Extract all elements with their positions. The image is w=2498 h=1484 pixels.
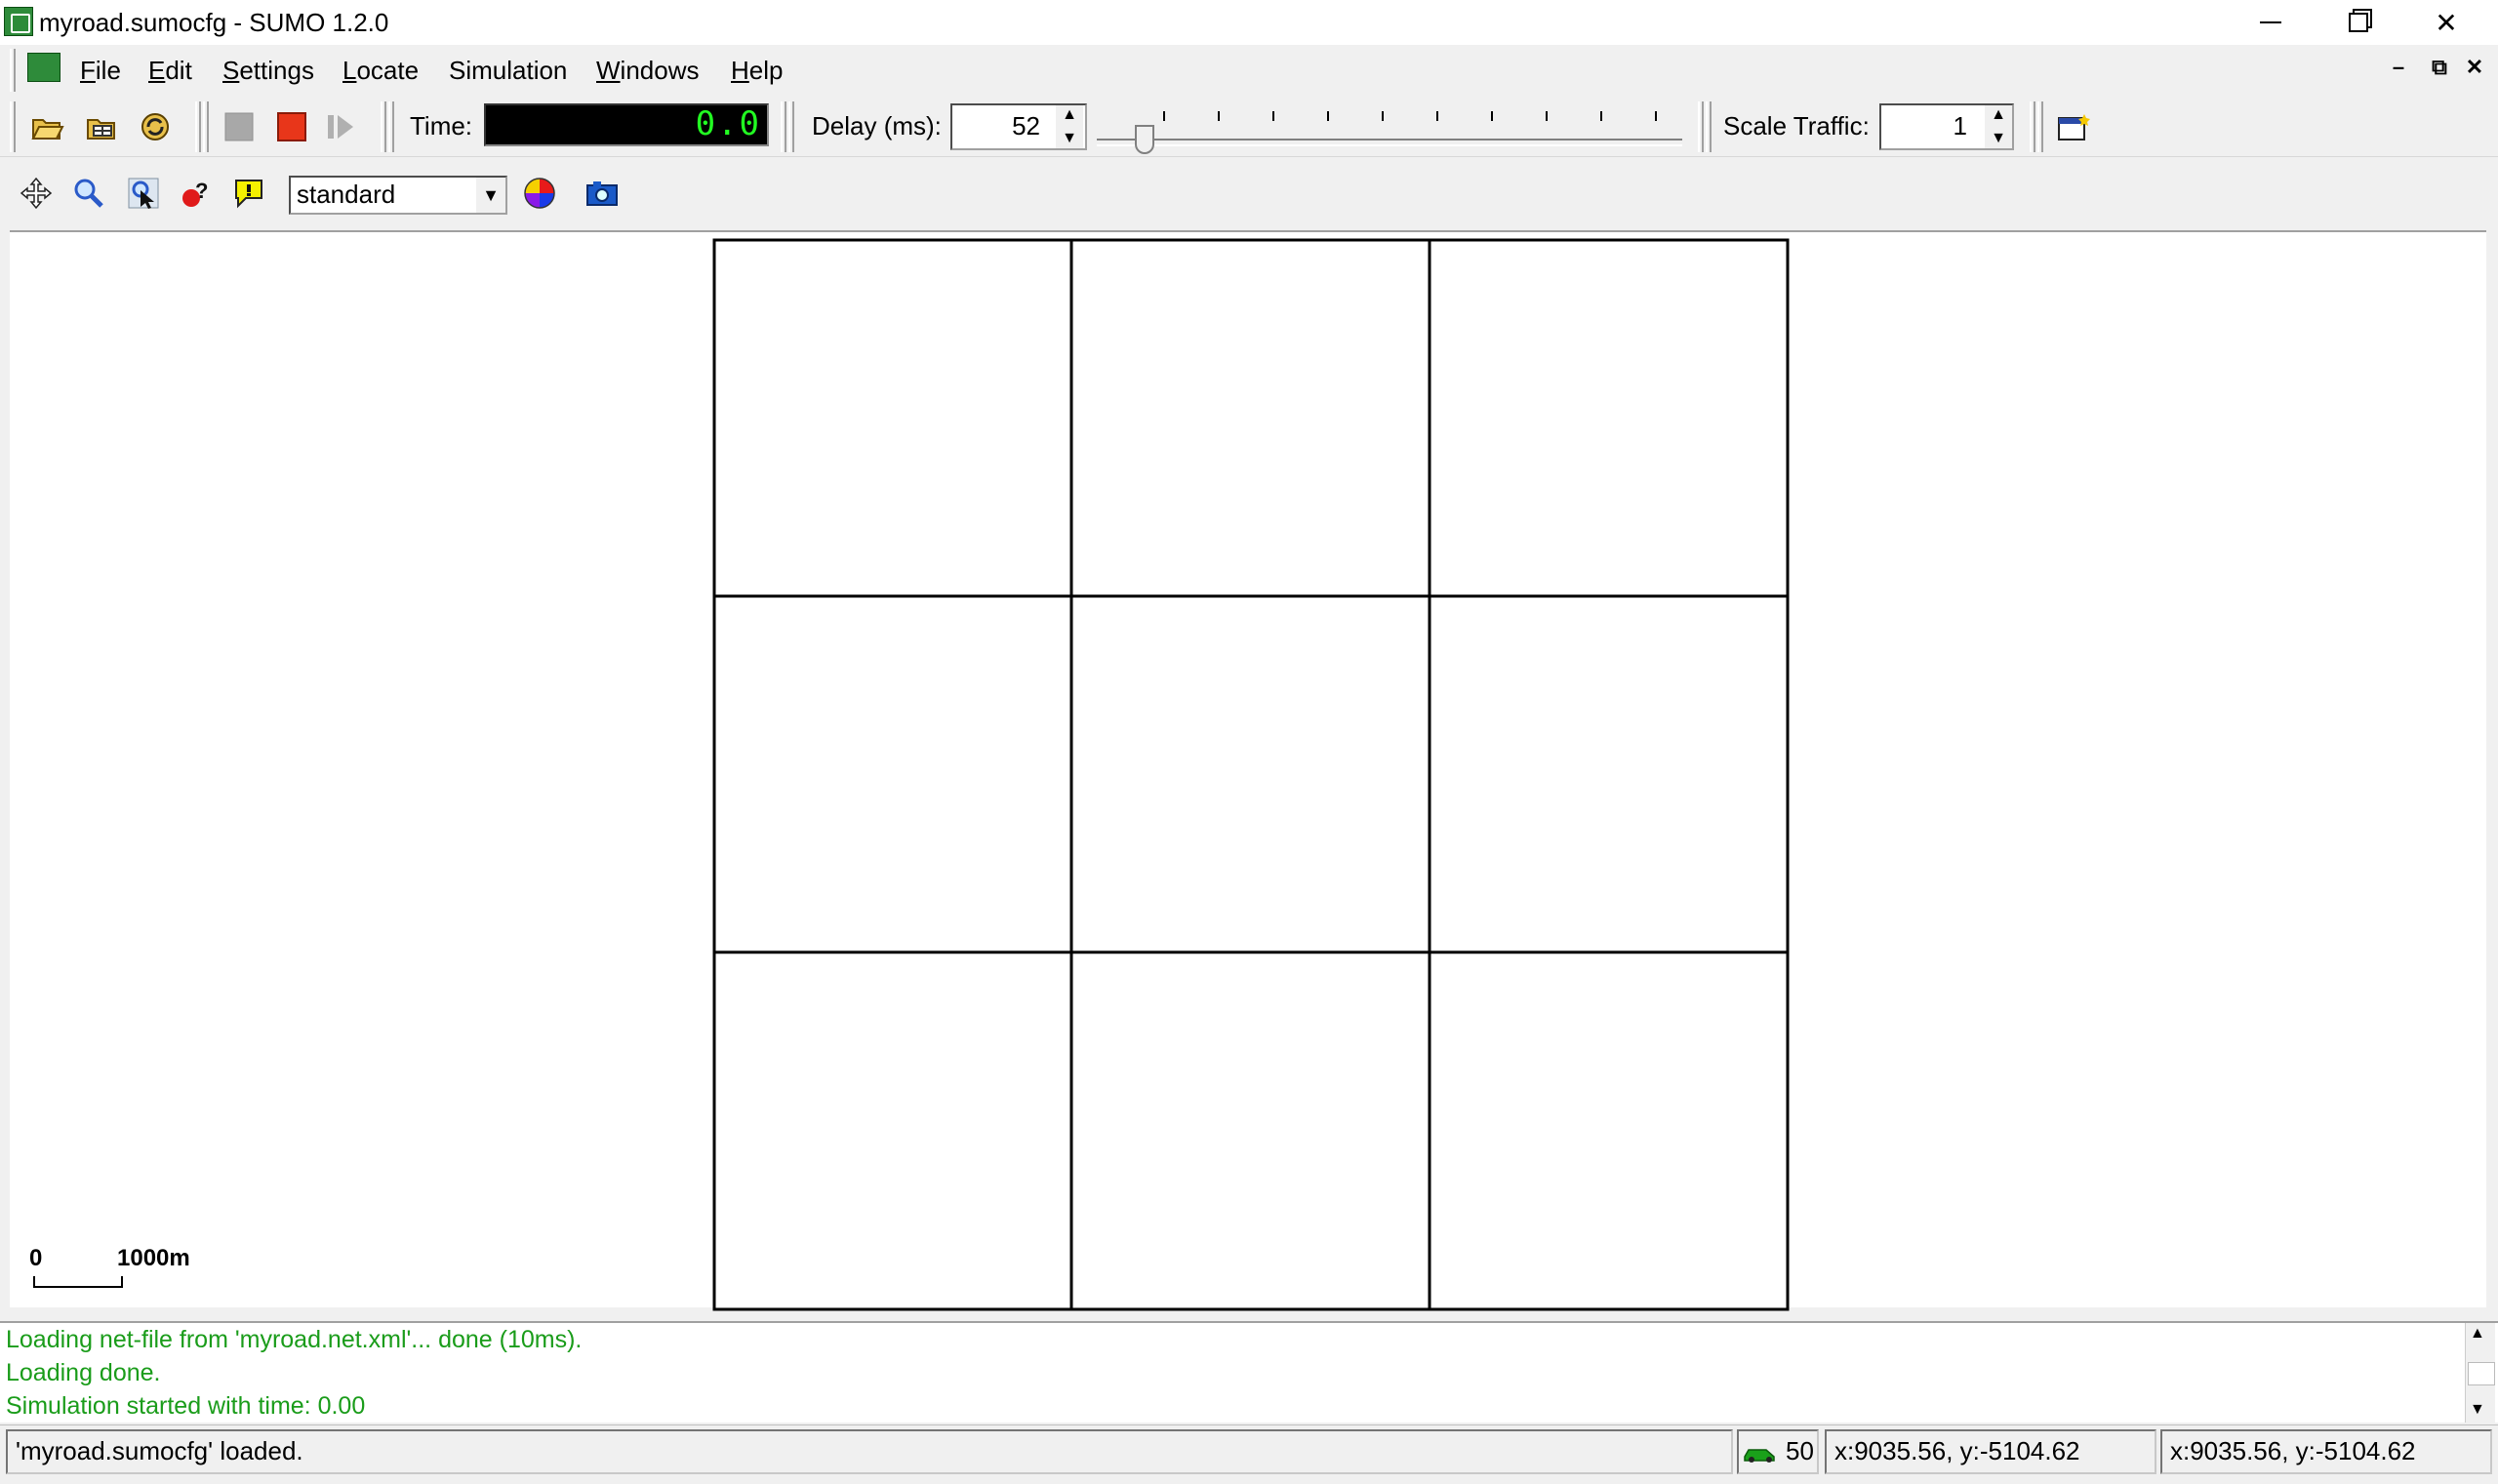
time-label: Time: [410,111,473,140]
delay-label: Delay (ms): [812,111,942,140]
slider-tick [1327,111,1329,121]
toolbar-separator [2030,101,2035,152]
toolbar-separator [1706,101,1712,152]
message-line: Loading done. [6,1359,161,1386]
minimize-button[interactable] [2227,0,2315,45]
vehicle-count-value: 50 [1786,1436,1814,1465]
scale-traffic-spinner[interactable]: ▲ ▼ [1985,105,2012,148]
slider-tick [1272,111,1274,121]
toolbar-separator [381,101,386,152]
slider-tick [1600,111,1602,121]
delay-slider[interactable] [1097,103,1682,154]
message-line: Loading net-file from 'myroad.net.xml'..… [6,1326,583,1353]
status-bar: 'myroad.sumocfg' loaded. 50 x:9035.56, y… [0,1424,2498,1484]
slider-tick [1382,111,1384,121]
car-icon [1744,1449,1775,1463]
scale-end-label: 1000m [117,1245,190,1271]
restore-button[interactable] [2315,0,2402,45]
close-button[interactable] [2402,0,2490,45]
toolbar-grip[interactable] [10,101,16,152]
window-title: myroad.sumocfg - SUMO 1.2.0 [39,8,389,37]
scale-ruler [33,1276,123,1288]
query-icon[interactable]: ? [176,174,217,213]
spin-up-icon[interactable]: ▲ [1991,105,2006,125]
new-view-icon[interactable] [2053,107,2094,146]
menu-locate[interactable]: Locate [342,55,419,86]
slider-thumb[interactable] [1135,125,1155,154]
scroll-thumb[interactable] [2468,1362,2495,1385]
scheme-select[interactable]: standard [289,176,507,215]
stop-icon[interactable] [271,107,312,146]
scale-start-label: 0 [29,1245,43,1271]
network-view[interactable]: 0 1000m [10,230,2486,1311]
toolbar-grip[interactable] [10,49,16,92]
menu-simulation[interactable]: Simulation [449,55,567,86]
svg-text:?: ? [195,179,208,203]
main-toolbar: Time: 0.0 Delay (ms): 52 ▲ ▼ Scale Traff… [0,96,2498,157]
cursor-coordinates: x:9035.56, y:-5104.62 [1825,1429,2156,1474]
message-scrollbar[interactable]: ▲ ▼ [2465,1323,2495,1423]
toolbar-separator [195,101,201,152]
menu-file[interactable]: File [80,55,121,86]
locate-icon[interactable] [123,174,164,213]
scale-traffic-label: Scale Traffic: [1723,111,1870,140]
geo-coordinates: x:9035.56, y:-5104.62 [2160,1429,2492,1474]
open-network-icon[interactable] [82,107,123,146]
slider-tick [1546,111,1548,121]
spin-down-icon[interactable]: ▼ [1991,129,2006,148]
scroll-up-icon[interactable]: ▲ [2470,1325,2485,1343]
vehicle-count: 50 [1737,1429,1819,1474]
slider-tick [1491,111,1493,121]
scale-bar: 0 1000m [29,1245,224,1304]
road-network [712,238,1790,1311]
scroll-down-icon[interactable]: ▼ [2470,1401,2485,1419]
status-message: 'myroad.sumocfg' loaded. [6,1429,1733,1474]
run-icon[interactable] [219,107,260,146]
view-toolbar: ? standard ▼ [0,158,2498,228]
toolbar-separator [781,101,786,152]
message-line: Simulation started with time: 0.00 [6,1392,366,1420]
toolbar-separator [388,101,394,152]
recenter-icon[interactable] [16,174,57,213]
sumo-app-icon [4,7,33,36]
mdi-minimize-button[interactable]: – [2385,55,2412,80]
open-simulation-icon[interactable] [27,107,68,146]
step-icon[interactable] [322,107,363,146]
time-display: 0.0 [484,103,769,146]
spin-up-icon[interactable]: ▲ [1062,105,1077,125]
mdi-close-button[interactable]: ✕ [2461,55,2488,80]
zoom-icon[interactable] [68,174,109,213]
tooltip-icon[interactable] [228,174,269,213]
network-boundary [712,238,1790,1311]
toolbar-separator [1698,101,1704,152]
reload-icon[interactable] [135,107,176,146]
title-bar: myroad.sumocfg - SUMO 1.2.0 [0,0,2498,45]
mdi-window-icon[interactable] [27,53,60,82]
toolbar-separator [203,101,209,152]
menu-windows[interactable]: Windows [596,55,699,86]
slider-tick [1655,111,1657,121]
color-wheel-icon[interactable] [519,174,560,213]
toolbar-separator [2037,101,2043,152]
mdi-restore-button[interactable]: ⧉ [2426,55,2453,80]
menu-help[interactable]: Help [731,55,783,86]
menu-settings[interactable]: Settings [222,55,314,86]
slider-tick [1163,111,1165,121]
delay-spinner[interactable]: ▲ ▼ [1056,105,1083,148]
spin-down-icon[interactable]: ▼ [1062,129,1077,148]
menu-bar: File Edit Settings Locate Simulation Win… [0,45,2498,96]
menu-edit[interactable]: Edit [148,55,192,86]
message-window: Loading net-file from 'myroad.net.xml'..… [0,1321,2498,1423]
slider-tick [1436,111,1438,121]
chevron-down-icon[interactable]: ▼ [476,178,505,213]
toolbar-separator [788,101,794,152]
slider-track [1097,139,1682,146]
slider-tick [1218,111,1220,121]
camera-icon[interactable] [582,174,623,213]
